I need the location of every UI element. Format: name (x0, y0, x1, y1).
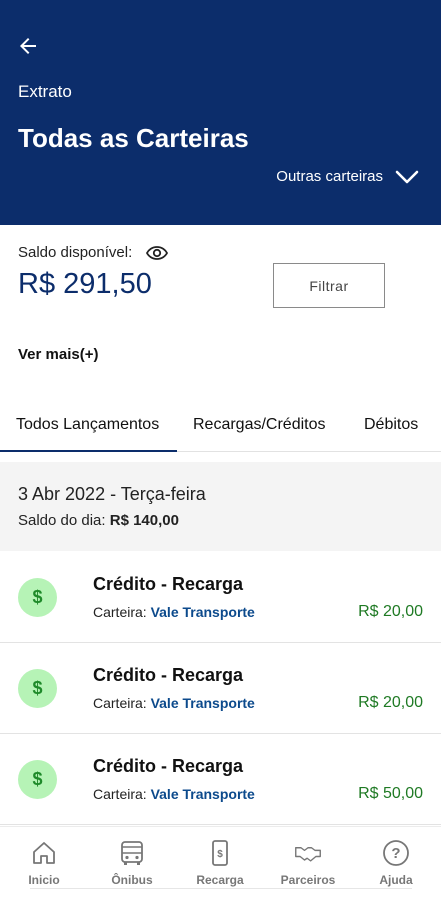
transaction-wallet: Carteira: Vale Transporte (93, 786, 255, 802)
transaction-row[interactable]: $ Crédito - Recarga Carteira: Vale Trans… (0, 552, 441, 643)
see-more-link[interactable]: Ver mais(+) (18, 346, 98, 363)
help-icon: ? (382, 839, 410, 867)
dollar-icon: $ (18, 578, 57, 617)
dollar-icon: $ (18, 760, 57, 799)
tab-all-entries[interactable]: Todos Lançamentos (16, 416, 159, 434)
chevron-down-icon (395, 170, 419, 183)
nav-divider (30, 888, 412, 889)
day-balance-value: R$ 140,00 (109, 512, 179, 529)
transaction-amount: R$ 20,00 (358, 603, 423, 620)
back-button[interactable] (14, 32, 42, 60)
header-subtitle: Extrato (18, 82, 72, 101)
filter-button[interactable]: Filtrar (273, 263, 385, 308)
transaction-wallet: Carteira: Vale Transporte (93, 604, 255, 620)
svg-text:?: ? (391, 845, 400, 862)
phone-recharge-icon: $ (206, 839, 234, 867)
nav-help[interactable]: ? Ajuda (352, 827, 440, 900)
balance-label-row: Saldo disponível: (18, 244, 169, 261)
tab-bar: Todos Lançamentos Recargas/Créditos Débi… (0, 400, 441, 452)
nav-home[interactable]: Inicio (0, 827, 88, 900)
wallet-name: Vale Transporte (150, 604, 255, 620)
header: Extrato Todas as Carteiras Outras cartei… (0, 0, 441, 225)
wallet-name: Vale Transporte (150, 786, 255, 802)
transaction-wallet: Carteira: Vale Transporte (93, 695, 255, 711)
nav-bus[interactable]: Ônibus (88, 827, 176, 900)
wallet-label: Carteira: (93, 604, 147, 620)
nav-recharge[interactable]: $ Recarga (176, 827, 264, 900)
transaction-row[interactable]: $ Crédito - Recarga Carteira: Vale Trans… (0, 734, 441, 825)
balance-label: Saldo disponível: (18, 244, 133, 261)
other-wallets-dropdown[interactable]: Outras carteiras (276, 168, 419, 185)
other-wallets-label: Outras carteiras (276, 168, 383, 185)
eye-icon[interactable] (146, 245, 169, 261)
day-group-header: 3 Abr 2022 - Terça-feira Saldo do dia: R… (0, 462, 441, 551)
nav-label: Inicio (28, 873, 60, 887)
handshake-icon (294, 839, 322, 867)
transaction-title: Crédito - Recarga (93, 756, 244, 776)
wallet-label: Carteira: (93, 786, 147, 802)
arrow-left-icon (20, 38, 36, 54)
nav-label: Ajuda (379, 873, 413, 887)
svg-text:$: $ (217, 849, 223, 860)
transaction-title: Crédito - Recarga (93, 665, 244, 685)
nav-partners[interactable]: Parceiros (264, 827, 352, 900)
wallet-name: Vale Transporte (150, 695, 255, 711)
tab-debits[interactable]: Débitos (364, 416, 418, 434)
day-balance-label: Saldo do dia: (18, 512, 106, 529)
nav-label: Recarga (196, 873, 244, 887)
active-tab-indicator (0, 450, 177, 452)
nav-label: Parceiros (280, 873, 336, 887)
nav-label: Ônibus (111, 873, 153, 887)
transaction-amount: R$ 50,00 (358, 785, 423, 802)
bus-icon (118, 839, 146, 867)
day-balance: Saldo do dia: R$ 140,00 (18, 512, 179, 529)
wallet-label: Carteira: (93, 695, 147, 711)
transaction-amount: R$ 20,00 (358, 694, 423, 711)
tab-recharges-credits[interactable]: Recargas/Créditos (193, 416, 326, 434)
available-balance: R$ 291,50 (18, 268, 152, 300)
app-root: Extrato Todas as Carteiras Outras cartei… (0, 0, 441, 900)
page-title: Todas as Carteiras (18, 123, 249, 153)
transaction-title: Crédito - Recarga (93, 574, 244, 594)
transaction-row[interactable]: $ Crédito - Recarga Carteira: Vale Trans… (0, 643, 441, 734)
day-date: 3 Abr 2022 - Terça-feira (18, 484, 206, 504)
dollar-icon: $ (18, 669, 57, 708)
home-icon (30, 839, 58, 867)
